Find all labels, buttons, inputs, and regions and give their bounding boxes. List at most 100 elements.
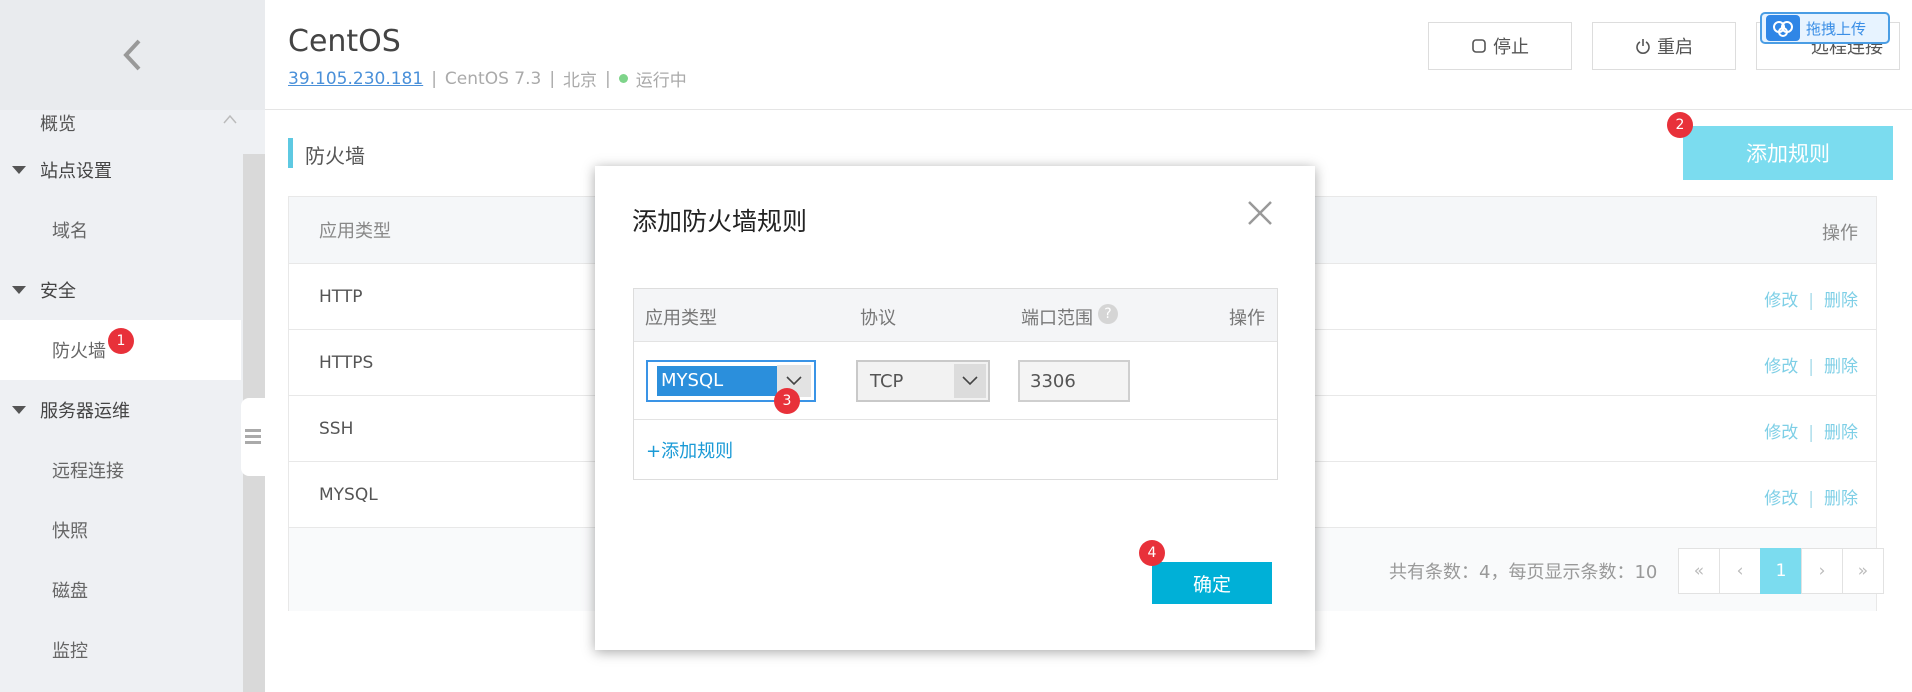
restart-button[interactable]: 重启 [1592,22,1736,70]
column-header-type: 应用类型 [645,308,717,329]
rule-editor-row: MYSQL 3 TCP [634,341,1277,419]
page-first-button[interactable]: « [1678,548,1720,594]
edit-link[interactable]: 修改 [1764,423,1798,443]
sidebar-item-overview[interactable]: 概览 [0,100,241,140]
sidebar-item-snapshot[interactable]: 快照 [0,500,241,560]
page-last-button[interactable]: » [1842,548,1884,594]
column-header-ops: 操作 [1229,308,1265,329]
action-separator: | [1808,423,1814,443]
row-actions: 修改 | 删除 [1764,484,1858,509]
port-range-input[interactable] [1018,360,1130,402]
sidebar-item-remote[interactable]: 远程连接 [0,440,241,500]
delete-link[interactable]: 删除 [1824,423,1858,443]
rule-type: SSH [319,418,354,439]
chevron-down-icon[interactable] [954,364,986,398]
edit-link[interactable]: 修改 [1764,357,1798,377]
sidebar-group-site-settings[interactable]: 站点设置 [0,140,241,200]
column-header-protocol: 协议 [860,308,896,329]
confirm-label: 确定 [1192,573,1231,596]
protocol-value: TCP [870,371,904,392]
edit-link[interactable]: 修改 [1764,489,1798,509]
meta-separator: | [605,68,611,89]
sidebar-item-label: 服务器运维 [40,401,130,422]
add-firewall-rule-dialog: 添加防火墙规则 应用类型 协议 端口范围 ? 操作 MYSQL 3 TCP 33… [595,166,1315,650]
caret-down-icon [12,406,26,414]
caret-down-icon [12,166,26,174]
sidebar-item-label: 远程连接 [52,461,124,482]
action-separator: | [1808,357,1814,377]
instance-header: CentOS 39.105.230.181 | CentOS 7.3 | 北京 … [265,0,1912,110]
meta-separator: | [549,68,556,89]
add-rule-link[interactable]: +添加规则 [634,419,1277,479]
dialog-title: 添加防火墙规则 [632,207,808,236]
page-next-button[interactable]: › [1801,548,1843,594]
total-count-text: 共有条数：4，每页显示条数：10 [1389,562,1658,583]
page-title: CentOS [288,24,401,59]
stop-icon [1472,39,1486,53]
instance-os: CentOS 7.3 [444,68,542,89]
rule-type: MYSQL [319,484,378,505]
instance-meta: 39.105.230.181 | CentOS 7.3 | 北京 | 运行中 [288,66,687,92]
sidebar-collapse-toggle[interactable] [241,398,265,476]
row-actions: 修改 | 删除 [1764,352,1858,377]
sidebar-item-label: 防火墙 [52,341,106,362]
help-icon[interactable]: ? [1098,304,1118,324]
column-header-ops: 操作 [1822,223,1858,244]
edit-link[interactable]: 修改 [1764,291,1798,311]
instance-status: 运行中 [635,71,687,91]
column-header-type: 应用类型 [319,221,391,242]
page-current-button[interactable]: 1 [1760,548,1802,594]
rule-type: HTTP [319,286,363,307]
upload-label: 拖拽上传 [1806,19,1867,38]
sidebar-item-monitor[interactable]: 监控 [0,620,241,680]
drag-upload-widget[interactable]: 拖拽上传 [1760,12,1890,44]
pagination: « ‹ 1 › » [1678,548,1884,594]
meta-separator: | [431,68,437,89]
action-separator: | [1808,291,1814,311]
protocol-select[interactable]: TCP [856,360,990,402]
page-prev-button[interactable]: ‹ [1719,548,1761,594]
sidebar-item-label: 安全 [40,281,76,302]
stop-button[interactable]: 停止 [1428,22,1572,70]
status-dot-icon [618,74,628,83]
step-badge: 4 [1139,540,1165,566]
instance-region: 北京 [563,71,598,91]
stop-label: 停止 [1493,37,1529,58]
sidebar-item-firewall[interactable]: 防火墙 1 [0,320,241,380]
sidebar-item-label: 监控 [52,641,88,662]
add-rule-button[interactable]: 添加规则 [1683,126,1893,180]
sidebar-item-label: 磁盘 [52,581,88,602]
power-icon [1636,39,1650,54]
row-actions: 修改 | 删除 [1764,418,1858,443]
sidebar-group-security[interactable]: 安全 [0,260,241,320]
step-badge: 3 [774,388,800,414]
rule-type: HTTPS [319,352,374,373]
rule-editor-table: 应用类型 协议 端口范围 ? 操作 MYSQL 3 TCP 3306 +添加规则 [633,288,1278,480]
action-separator: | [1808,489,1814,509]
delete-link[interactable]: 删除 [1824,291,1858,311]
section-accent-bar [288,138,293,168]
confirm-button[interactable]: 确定 [1152,562,1272,604]
instance-ip-link[interactable]: 39.105.230.181 [288,69,423,89]
sidebar-item-label: 站点设置 [40,161,112,182]
delete-link[interactable]: 删除 [1824,489,1858,509]
close-icon[interactable] [1245,198,1275,228]
back-button[interactable] [0,0,265,110]
add-rule-label: 添加规则 [1746,142,1830,166]
row-actions: 修改 | 删除 [1764,286,1858,311]
step-badge: 1 [108,328,134,354]
chevron-left-icon [122,39,140,71]
section-title: 防火墙 [305,144,365,168]
sidebar-item-label: 域名 [52,221,88,242]
sidebar-item-disk[interactable]: 磁盘 [0,560,241,620]
sidebar-item-domain[interactable]: 域名 [0,200,241,260]
chevron-up-icon [223,114,237,124]
caret-down-icon [12,286,26,294]
sidebar-nav: 概览 站点设置 域名 安全 防火墙 1 服务器运维 远程连接 快照 磁盘 监控 [0,100,241,680]
sidebar-item-label: 概览 [40,114,76,135]
collapse-icon [245,429,261,444]
app-type-value: MYSQL [657,366,777,396]
sidebar-item-label: 快照 [52,521,88,542]
sidebar-group-server-ops[interactable]: 服务器运维 [0,380,241,440]
delete-link[interactable]: 删除 [1824,357,1858,377]
